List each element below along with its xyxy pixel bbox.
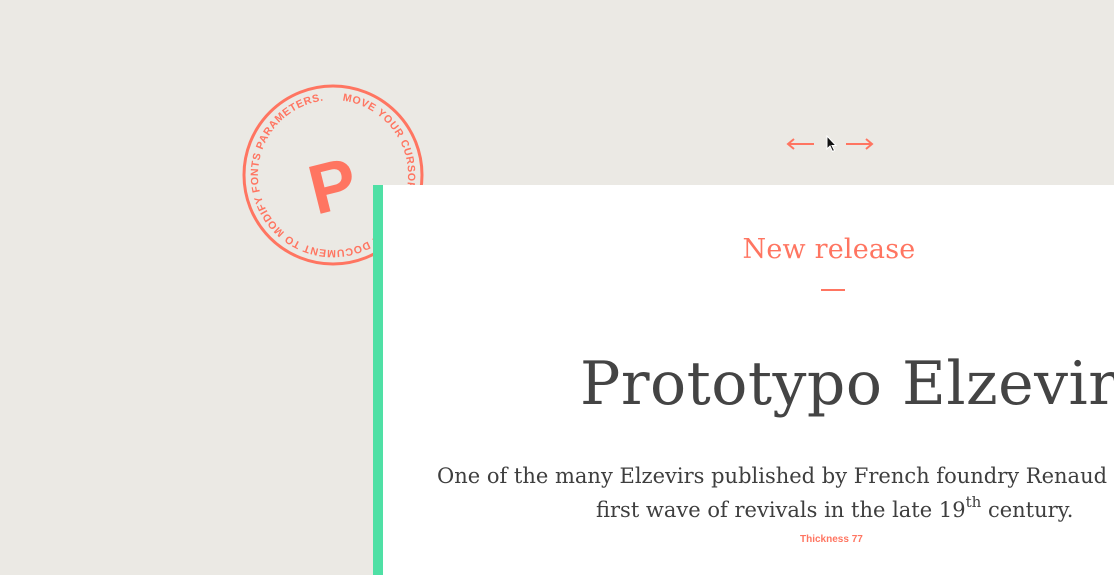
description-line-2: first wave of revivals in the late 19th … (596, 493, 1074, 527)
arrow-right-icon[interactable] (844, 134, 874, 154)
stamp-letter: P (301, 142, 365, 229)
parameter-arrows (786, 134, 876, 154)
description-line-1: One of the many Elzevirs published by Fr… (437, 464, 1108, 488)
page-title: Prototypo Elzevir (580, 349, 1114, 419)
kicker-heading: New release (742, 234, 916, 265)
description-text: first wave of revivals in the late 19 (596, 498, 966, 522)
top-area (0, 0, 1114, 185)
kicker-divider (821, 289, 845, 291)
arrow-left-icon[interactable] (786, 134, 816, 154)
description-text-end: century. (981, 498, 1074, 522)
ordinal-superscript: th (965, 493, 982, 511)
parameter-value-label: Thickness 77 (800, 534, 863, 545)
green-sidebar-bar (373, 185, 383, 575)
cursor-icon (826, 134, 838, 153)
